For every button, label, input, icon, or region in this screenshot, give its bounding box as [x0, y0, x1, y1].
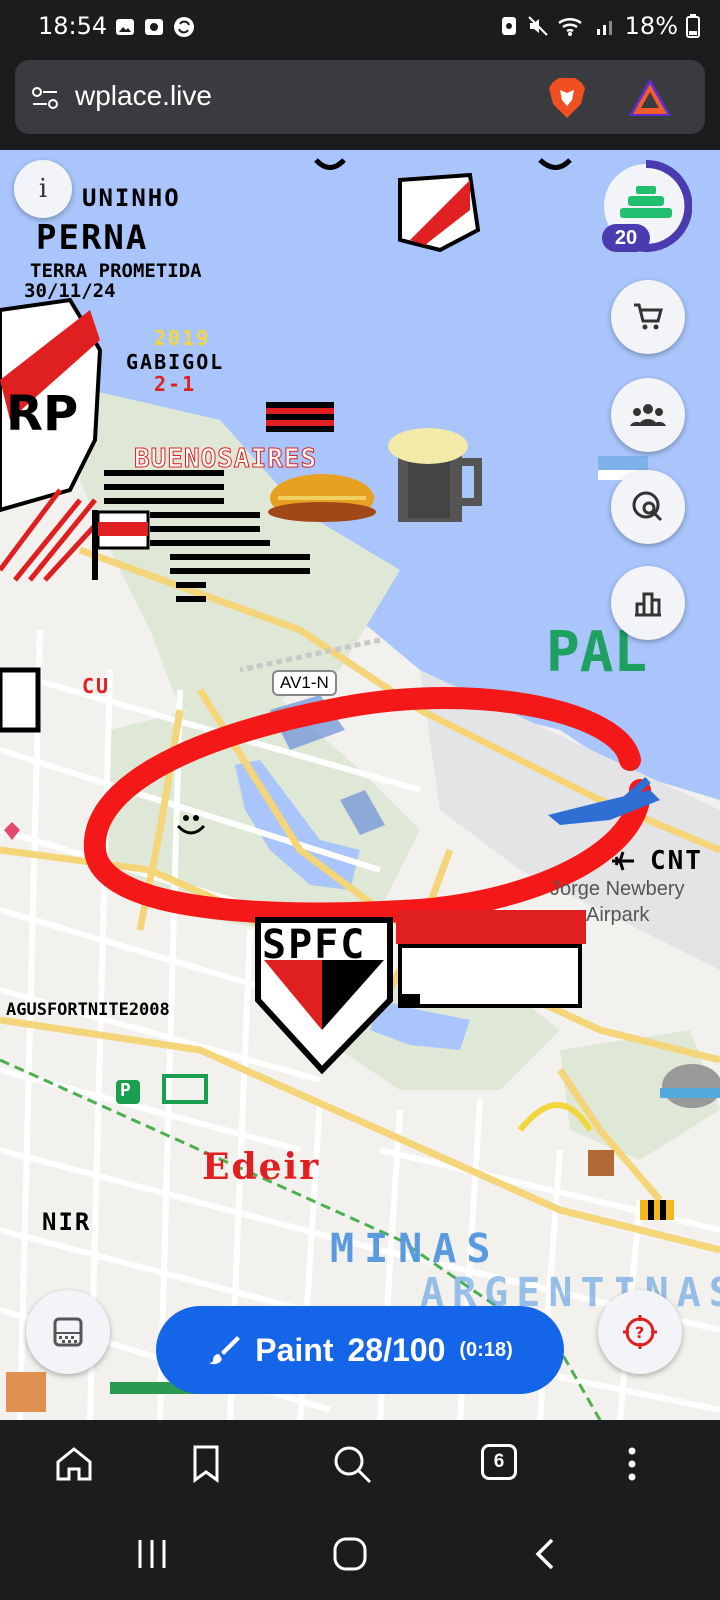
search-icon[interactable]	[330, 1442, 374, 1486]
more-icon[interactable]	[610, 1442, 654, 1486]
info-icon: i	[38, 174, 48, 204]
status-bar: 18:54 18%	[0, 0, 720, 58]
cart-icon	[634, 303, 663, 330]
palette-button[interactable]	[26, 1290, 110, 1374]
art-text-gabigol: GABIGOL	[126, 350, 225, 374]
bookmark-icon[interactable]	[184, 1442, 228, 1486]
browser-bottom-nav: 6	[0, 1420, 720, 1510]
battery-saver-icon	[501, 17, 516, 35]
art-text-ninho: UNINHO	[82, 184, 181, 212]
tab-count: 6	[493, 1451, 505, 1472]
recents-icon[interactable]	[132, 1536, 172, 1572]
status-right: 18%	[499, 12, 700, 40]
brush-icon	[209, 1336, 241, 1365]
alliance-button[interactable]	[611, 378, 685, 452]
search-globe-icon	[632, 491, 663, 522]
url-text[interactable]: wplace.live	[75, 80, 212, 112]
explore-search-button[interactable]	[611, 470, 685, 544]
airport-name-line1: Jorge Newbery	[550, 878, 685, 900]
status-time: 18:54	[38, 12, 108, 40]
art-text-nir: NIR	[42, 1208, 92, 1236]
art-text-cu: CU	[82, 674, 111, 698]
wifi-icon	[557, 18, 582, 36]
group-icon	[630, 404, 666, 426]
airport-code-text: CNT	[650, 846, 703, 876]
site-settings-icon[interactable]	[31, 84, 59, 112]
browser-toolbar: wplace.live	[0, 58, 720, 150]
leaderboard-icon	[635, 592, 661, 617]
system-nav-bar	[0, 1510, 720, 1600]
home-circle-icon[interactable]	[332, 1536, 368, 1572]
battery-percent: 18%	[624, 12, 678, 40]
shop-button[interactable]	[611, 280, 685, 354]
art-text-minas: MINAS	[330, 1226, 501, 1272]
home-icon[interactable]	[52, 1442, 96, 1486]
art-text-agus: AGUSFORTNITE2008	[6, 1000, 170, 1020]
art-text-buenos: BUENOSAIRES	[133, 444, 318, 475]
gallery-icon	[116, 19, 134, 35]
airport-plane-icon	[612, 851, 634, 871]
art-text-perna: PERNA	[36, 218, 149, 258]
help-target-icon: ?	[623, 1315, 657, 1349]
address-bar[interactable]: wplace.live	[15, 60, 705, 134]
airport-name-line2: Airpark	[586, 904, 650, 926]
level-badge: 20	[602, 224, 650, 252]
leaderboard-button[interactable]	[611, 566, 685, 640]
mute-icon	[527, 16, 548, 36]
paint-button[interactable]: Paint 28/100 (0:18)	[156, 1306, 564, 1394]
paint-timer: (0:18)	[459, 1338, 513, 1361]
signal-icon	[596, 21, 612, 35]
art-text-edeir: Edeir	[202, 1146, 321, 1188]
svg-text:RP: RP	[6, 386, 78, 442]
sync-icon	[174, 17, 194, 37]
level-avatar-button[interactable]: 20	[600, 159, 693, 252]
screen-record-icon	[145, 19, 163, 35]
back-icon[interactable]	[532, 1536, 560, 1572]
art-text-p: P	[120, 1080, 133, 1101]
art-text-spfc: SPFC	[262, 922, 367, 968]
art-text-year: 2019	[154, 326, 211, 350]
art-text-score: 2-1	[154, 372, 197, 396]
svg-text:?: ?	[635, 1323, 644, 1342]
paint-label: Paint	[255, 1331, 334, 1368]
info-button[interactable]: i	[14, 160, 72, 218]
palette-icon	[53, 1317, 83, 1347]
brave-shields-icon[interactable]	[545, 76, 589, 120]
paint-count: 28/100	[347, 1331, 446, 1368]
art-text-terra: TERRA PROMETIDA	[30, 260, 202, 282]
battery-icon	[686, 14, 700, 38]
art-text-date: 30/11/24	[24, 280, 116, 302]
brave-rewards-icon[interactable]	[627, 76, 673, 118]
map-canvas[interactable]: RP UNINHO PERNA TERRA PROMETIDA 30/11/24…	[0, 150, 720, 1420]
locate-help-button[interactable]: ?	[598, 1290, 682, 1374]
road-label: AV1-N	[272, 670, 337, 696]
tabs-icon[interactable]: 6	[481, 1444, 517, 1480]
